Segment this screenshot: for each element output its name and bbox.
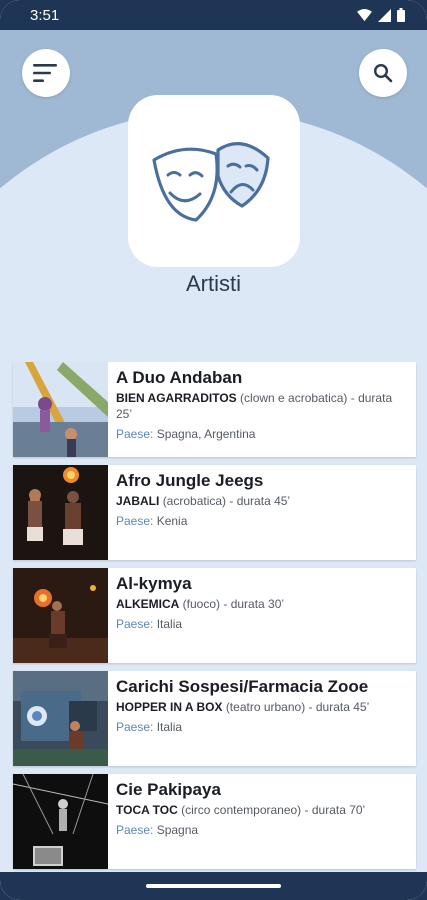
show-title: ALKEMICA — [116, 597, 180, 611]
artist-show: HOPPER IN A BOX (teatro urbano) - durata… — [116, 699, 406, 715]
country-value: Italia — [156, 617, 183, 631]
sort-menu-icon — [33, 64, 57, 82]
artist-card[interactable]: Carichi Sospesi/Farmacia Zooe HOPPER IN … — [13, 671, 416, 766]
show-genre: (acrobatica) — [162, 494, 227, 508]
show-duration: - durata 45’ — [226, 494, 291, 508]
artist-country: Paese: Italia — [116, 617, 406, 631]
country-label: Paese: — [116, 427, 154, 441]
artist-info: A Duo Andaban BIEN AGARRADITOS (clown e … — [108, 362, 416, 457]
show-duration: - durata 70’ — [301, 803, 366, 817]
country-label: Paese: — [116, 823, 154, 837]
gesture-handle[interactable] — [146, 884, 281, 888]
artist-name: Cie Pakipaya — [116, 780, 221, 799]
artist-photo — [13, 568, 108, 663]
show-duration: - durata 30’ — [220, 597, 285, 611]
artist-card[interactable]: Afro Jungle Jeegs JABALI (acrobatica) - … — [13, 465, 416, 560]
artist-name: A Duo Andaban — [116, 368, 243, 387]
country-label: Paese: — [116, 720, 154, 734]
artist-show: ALKEMICA (fuoco) - durata 30’ — [116, 596, 406, 612]
app-screen: 3:51 Artisti A Duo Andaban BIEN AGARRADI… — [0, 0, 427, 900]
artist-country: Paese: Spagna — [116, 823, 406, 837]
artist-show: JABALI (acrobatica) - durata 45’ — [116, 493, 406, 509]
show-genre: (clown e acrobatica) — [240, 391, 348, 405]
artist-show: BIEN AGARRADITOS (clown e acrobatica) - … — [116, 390, 406, 422]
country-value: Italia — [156, 720, 183, 734]
category-icon-tile — [128, 95, 300, 267]
artist-info: Cie Pakipaya TOCA TOC (circo contemporan… — [108, 774, 416, 869]
show-duration: - durata 45’ — [305, 700, 370, 714]
country-label: Paese: — [116, 617, 154, 631]
artist-show: TOCA TOC (circo contemporaneo) - durata … — [116, 802, 406, 818]
artist-name: Carichi Sospesi/Farmacia Zooe — [116, 677, 369, 696]
status-time: 3:51 — [30, 6, 60, 24]
wifi-icon — [357, 8, 372, 21]
country-value: Kenia — [156, 514, 188, 528]
artist-country: Paese: Spagna, Argentina — [116, 427, 406, 441]
status-bar: 3:51 — [0, 0, 427, 30]
country-value: Spagna, Argentina — [156, 427, 256, 441]
artist-country: Paese: Kenia — [116, 514, 406, 528]
status-icons — [357, 8, 405, 22]
theater-masks-icon — [152, 142, 270, 222]
artist-photo — [13, 671, 108, 766]
artists-list: A Duo Andaban BIEN AGARRADITOS (clown e … — [13, 362, 416, 877]
battery-icon — [397, 8, 405, 22]
show-title: TOCA TOC — [116, 803, 178, 817]
filter-menu-button[interactable] — [22, 49, 70, 97]
artist-photo — [13, 465, 108, 560]
artist-country: Paese: Italia — [116, 720, 406, 734]
show-genre: (teatro urbano) — [225, 700, 306, 714]
artist-info: Al-kymya ALKEMICA (fuoco) - durata 30’ P… — [108, 568, 416, 663]
search-icon — [373, 63, 393, 83]
page-title: Artisti — [186, 271, 241, 296]
search-button[interactable] — [359, 49, 407, 97]
country-label: Paese: — [116, 514, 154, 528]
signal-icon — [378, 8, 391, 22]
artist-photo — [13, 774, 108, 869]
navigation-bar — [0, 872, 427, 900]
show-title: JABALI — [116, 494, 160, 508]
show-title: BIEN AGARRADITOS — [116, 391, 237, 405]
artist-name: Afro Jungle Jeegs — [116, 471, 264, 490]
show-title: HOPPER IN A BOX — [116, 700, 223, 714]
artist-info: Afro Jungle Jeegs JABALI (acrobatica) - … — [108, 465, 416, 560]
artist-info: Carichi Sospesi/Farmacia Zooe HOPPER IN … — [108, 671, 416, 766]
artist-card[interactable]: Al-kymya ALKEMICA (fuoco) - durata 30’ P… — [13, 568, 416, 663]
artist-name: Al-kymya — [116, 574, 192, 593]
artist-photo — [13, 362, 108, 457]
artist-card[interactable]: Cie Pakipaya TOCA TOC (circo contemporan… — [13, 774, 416, 869]
show-genre: (circo contemporaneo) — [181, 803, 302, 817]
artist-card[interactable]: A Duo Andaban BIEN AGARRADITOS (clown e … — [13, 362, 416, 457]
country-value: Spagna — [156, 823, 199, 837]
show-genre: (fuoco) — [182, 597, 221, 611]
